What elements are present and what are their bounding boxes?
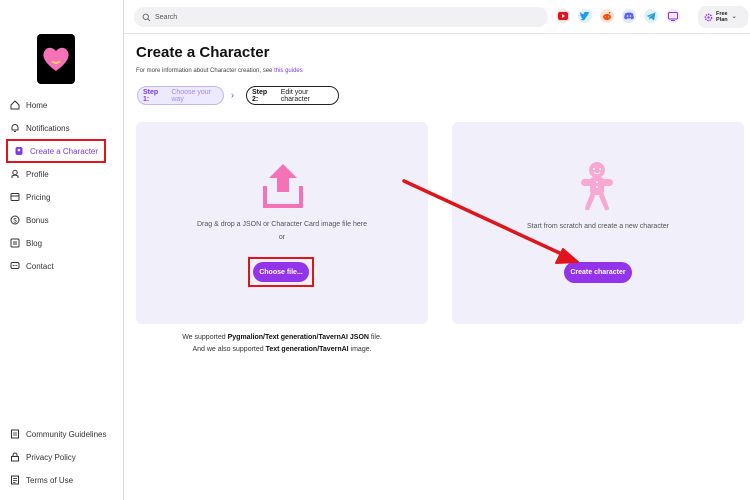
sidebar-item-label: Bonus [26, 215, 49, 225]
sidebar-item-privacy-policy[interactable]: Privacy Policy [10, 450, 76, 464]
chevron-down-icon: ⌄ [731, 14, 737, 20]
sidebar-item-label: Terms of Use [26, 475, 74, 485]
step-number: Step 2: [252, 88, 268, 103]
telegram-icon[interactable] [644, 9, 658, 23]
subtitle-text: For more information about Character cre… [136, 68, 275, 74]
lock-icon [10, 452, 20, 462]
step-2-pill[interactable]: Step 2: Edit your character [246, 86, 339, 105]
search-input[interactable]: Search [134, 7, 548, 27]
sidebar-item-label: Notifications [26, 123, 70, 133]
sidebar-item-label: Blog [26, 238, 43, 248]
tv-icon[interactable] [666, 9, 680, 23]
sidebar-item-label: Pricing [26, 192, 51, 202]
heart-logo-icon [43, 47, 69, 71]
contact-icon [10, 261, 20, 271]
sidebar-item-label: Contact [26, 261, 54, 271]
gingerbread-icon [580, 160, 614, 212]
page-title: Create a Character [136, 44, 270, 61]
step-number: Step 1: [143, 88, 159, 103]
support-text: file. [368, 334, 382, 341]
sidebar: Home Notifications Create a Character Pr… [0, 0, 124, 500]
sidebar-item-terms-of-use[interactable]: Terms of Use [10, 473, 73, 487]
upload-icon [262, 162, 304, 212]
support-text: We supported [182, 334, 228, 341]
youtube-icon[interactable] [556, 9, 570, 23]
support-bold: Text generation/TavernAI [265, 346, 349, 353]
plan-badge[interactable]: Free Plan ⌄ [698, 6, 748, 28]
app-logo[interactable] [37, 34, 75, 84]
drop-instructions: Drag & drop a JSON or Character Card ima… [196, 221, 368, 228]
support-note-image: And we also supported Text generation/Ta… [136, 346, 428, 353]
sidebar-item-community-guidelines[interactable]: Community Guidelines [10, 427, 106, 441]
choose-file-button[interactable]: Choose file... [253, 262, 309, 282]
sidebar-item-notifications[interactable]: Notifications [10, 121, 70, 135]
coin-icon: $ [10, 215, 20, 225]
plan-line2: Plan [716, 17, 728, 23]
reddit-icon[interactable] [600, 9, 614, 23]
home-icon [10, 100, 20, 110]
sidebar-item-pricing[interactable]: Pricing [10, 190, 50, 204]
blog-icon [10, 238, 20, 248]
create-character-button[interactable]: Create character [564, 262, 632, 283]
sidebar-item-label: Profile [26, 169, 49, 179]
sidebar-item-label: Create a Character [30, 146, 99, 156]
scratch-panel[interactable]: Start from scratch and create a new char… [452, 122, 744, 324]
top-bar: Search Free Plan ⌄ [124, 0, 750, 34]
gear-icon [704, 13, 713, 22]
support-note-json: We supported Pygmalion/Text generation/T… [136, 334, 428, 341]
profile-icon [10, 169, 20, 179]
support-bold: Pygmalion/Text generation/TavernAI JSON [227, 334, 369, 341]
bell-icon [10, 123, 20, 133]
support-text: image. [348, 346, 372, 353]
twitter-icon[interactable] [578, 9, 592, 23]
support-text: And we also supported [192, 346, 266, 353]
step-label: Edit your character [280, 88, 310, 103]
search-placeholder: Search [155, 13, 178, 21]
choose-file-highlight: Choose file... [248, 257, 314, 287]
chevron-right-icon: › [231, 90, 234, 100]
sidebar-item-contact[interactable]: Contact [10, 259, 54, 273]
upload-panel[interactable]: Drag & drop a JSON or Character Card ima… [136, 122, 428, 324]
sidebar-item-home[interactable]: Home [10, 98, 47, 112]
sidebar-item-bonus[interactable]: $ Bonus [10, 213, 49, 227]
step-label: Choose your way [171, 88, 212, 103]
plan-label: Free Plan [716, 11, 728, 23]
character-icon [14, 146, 24, 156]
step-1-pill[interactable]: Step 1: Choose your way [137, 86, 224, 105]
sidebar-item-label: Community Guidelines [26, 429, 107, 439]
or-separator: or [278, 234, 286, 241]
terms-icon [10, 475, 20, 485]
guides-link[interactable]: this guides [274, 68, 303, 74]
search-icon [142, 13, 151, 22]
pricing-icon [10, 192, 20, 202]
discord-icon[interactable] [622, 9, 636, 23]
page-subtitle: For more information about Character cre… [136, 68, 303, 74]
scratch-description: Start from scratch and create a new char… [526, 223, 669, 230]
sidebar-item-label: Home [26, 100, 48, 110]
document-icon [10, 429, 20, 439]
sidebar-item-create-character[interactable]: Create a Character [6, 139, 107, 163]
sidebar-item-blog[interactable]: Blog [10, 236, 42, 250]
sidebar-item-label: Privacy Policy [26, 452, 76, 462]
sidebar-item-profile[interactable]: Profile [10, 167, 49, 181]
